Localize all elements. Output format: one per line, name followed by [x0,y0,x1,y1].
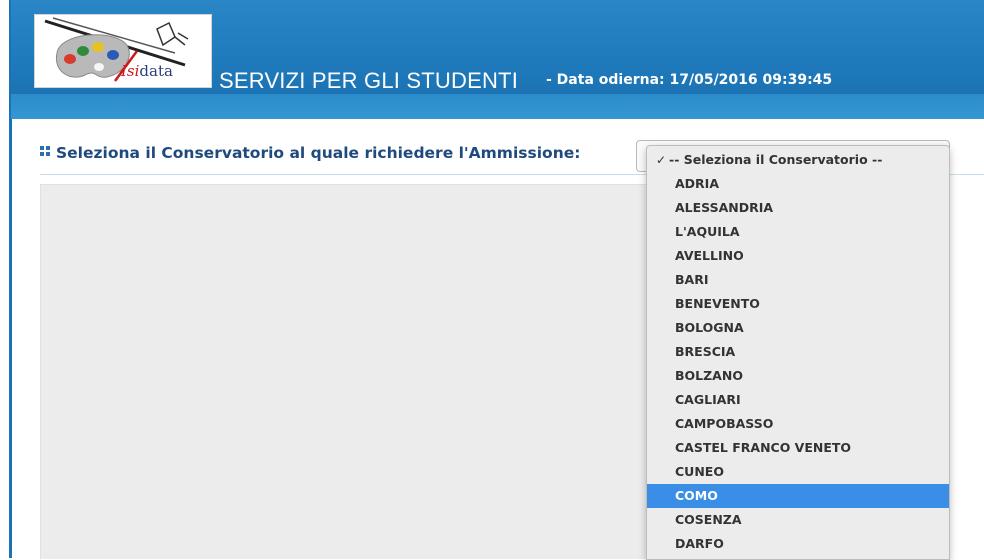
logo-text: Isidata [121,62,173,80]
dropdown-option[interactable]: L'AQUILA [647,220,949,244]
left-edge [0,0,12,558]
dropdown-option[interactable]: AVELLINO [647,244,949,268]
conservatorio-dropdown-list[interactable]: ✓ -- Seleziona il Conservatorio -- ADRIA … [646,145,950,560]
dropdown-option[interactable]: BENEVENTO [647,292,949,316]
dropdown-option[interactable]: DARFO [647,532,949,556]
check-mark-icon: ✓ [656,153,667,167]
dropdown-option[interactable]: CAGLIARI [647,388,949,412]
dropdown-option[interactable]: ADRIA [647,172,949,196]
content-panel [40,184,651,559]
dropdown-option[interactable]: BRESCIA [647,340,949,364]
current-date: - Data odierna: 17/05/2016 09:39:45 [546,72,833,88]
dropdown-option[interactable]: CAMPOBASSO [647,412,949,436]
dropdown-option[interactable]: COSENZA [647,508,949,532]
dropdown-option[interactable]: BOLOGNA [647,316,949,340]
dropdown-option[interactable]: BARI [647,268,949,292]
section-title: Seleziona il Conservatorio al quale rich… [40,144,580,162]
isidata-logo[interactable]: Isidata [34,14,212,88]
header-subbar [11,94,984,119]
dropdown-option-placeholder[interactable]: ✓ -- Seleziona il Conservatorio -- [647,148,949,172]
dropdown-option[interactable]: CASTEL FRANCO VENETO [647,436,949,460]
section-title-text: Seleziona il Conservatorio al quale rich… [56,144,581,162]
dropdown-option[interactable]: CUNEO [647,460,949,484]
grid-bullet-icon [40,146,51,157]
dropdown-option-highlighted[interactable]: COMO [647,484,949,508]
dropdown-option[interactable]: BOLZANO [647,364,949,388]
page-title: SERVIZI PER GLI STUDENTI [219,68,519,93]
dropdown-option[interactable]: ALESSANDRIA [647,196,949,220]
